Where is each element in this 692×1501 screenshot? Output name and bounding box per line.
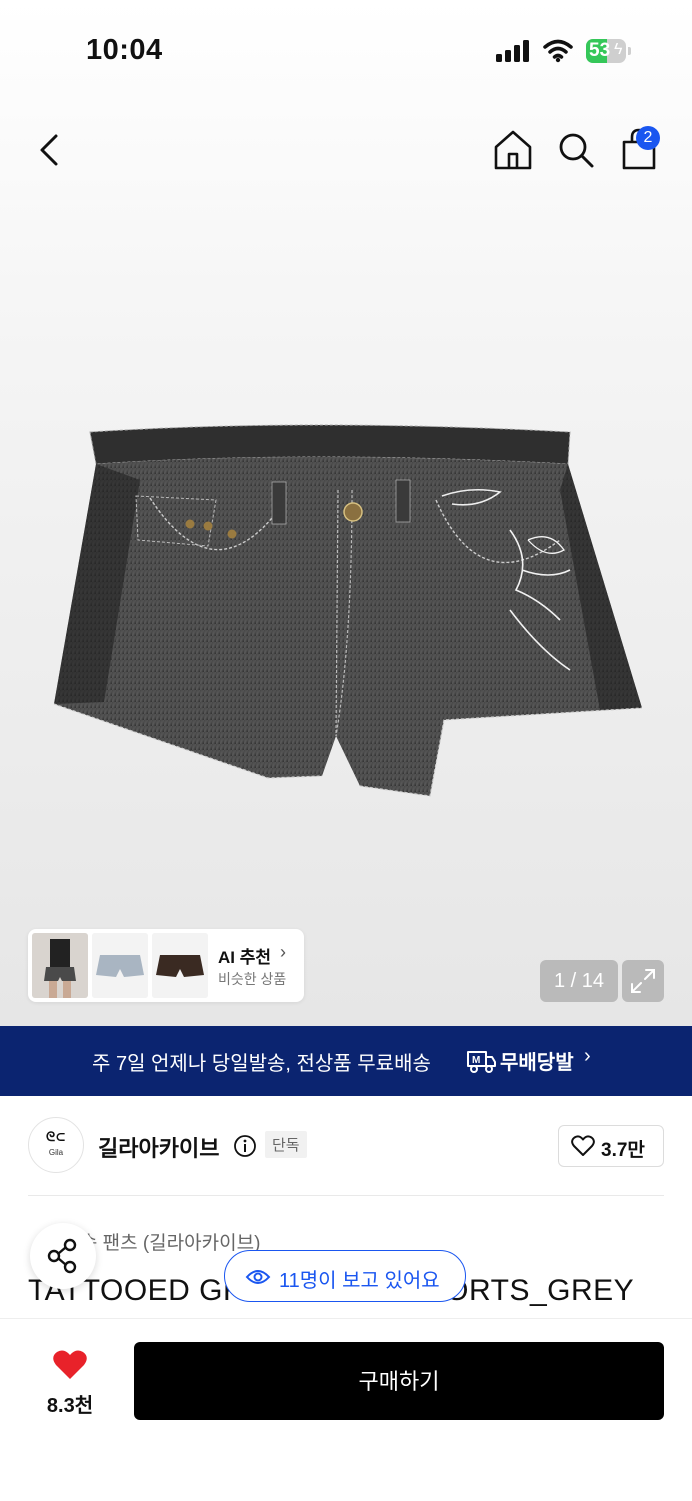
heart-filled-icon [53,1350,87,1379]
eye-icon [245,1270,271,1284]
divider [28,1195,664,1196]
product-hero: 10:04 53 ϟ 2 AI 추천 › 비슷한 상품 1 / 14 [0,0,692,1026]
expand-image-button[interactable] [622,960,664,1002]
ai-recommend-title: AI 추천 [218,948,272,967]
wishlist-button[interactable]: 8.3천 [30,1341,110,1421]
brand-like-button[interactable]: 3.7만 [558,1125,664,1167]
delivery-truck-icon: M [467,1051,496,1073]
bottom-action-bar: 8.3천 구매하기 [0,1318,692,1501]
brown-shorts-thumbnail [152,933,208,998]
back-button[interactable] [32,128,72,172]
home-button[interactable] [492,128,534,172]
free-shipping-banner[interactable]: 주 7일 언제나 당일발송, 전상품 무료배송 M 무배당발 › [0,1026,692,1096]
chevron-right-icon: › [584,1045,591,1067]
battery-percent: 53 [589,40,611,61]
status-time: 10:04 [86,34,163,66]
recommendation-thumbnail[interactable] [92,933,148,998]
charging-bolt-icon: ϟ [614,41,623,58]
brand-logo-text: Gila [48,1148,64,1157]
expand-icon [631,969,655,993]
info-icon[interactable] [233,1134,257,1158]
brand-logo[interactable]: ᘓ⊂ Gila [28,1117,84,1173]
brand-like-count: 3.7만 [601,1140,645,1161]
battery-body: 53 ϟ [586,39,626,63]
chevron-right-icon: › [280,942,286,962]
share-button[interactable] [30,1223,96,1289]
search-icon [559,133,594,168]
ai-recommendation-card[interactable]: AI 추천 › 비슷한 상품 [28,929,304,1002]
home-icon [494,130,532,170]
cart-count-badge: 2 [636,126,660,150]
cart-button[interactable]: 2 [618,126,664,172]
brand-logo-mark: ᘓ⊂ [45,1130,67,1145]
live-viewers-pill: 11명이 보고 있어요 [224,1250,466,1302]
promo-brand: 무배당발 [500,1052,574,1074]
recommendation-thumbnail[interactable] [32,933,88,998]
light-denim-shorts-thumbnail [92,933,148,998]
exclusive-badge: 단독 [265,1131,307,1158]
svg-text:M: M [472,1055,480,1066]
recommendation-thumbnail[interactable] [152,933,208,998]
battery-indicator: 53 ϟ [586,39,632,63]
ai-recommend-subtitle: 비슷한 상품 [218,971,287,987]
wishlist-count: 8.3천 [46,1395,94,1417]
battery-cap [628,47,631,55]
image-page-indicator: 1 / 14 [540,960,618,1002]
breadcrumb-label: 숏 팬츠 (길라아카이브) [79,1233,261,1254]
share-icon [47,1238,77,1274]
wifi-icon [543,39,573,63]
buy-button[interactable]: 구매하기 [134,1342,664,1420]
brand-name[interactable]: 길라아카이브 [98,1131,219,1163]
live-viewers-text: 11명이 보고 있어요 [279,1270,440,1292]
chevron-left-icon [40,134,58,166]
product-image[interactable] [40,420,652,810]
cellular-signal-icon [496,40,529,62]
search-button[interactable] [555,128,597,172]
promo-text: 주 7일 언제나 당일발송, 전상품 무료배송 [92,1053,431,1075]
heart-outline-icon [571,1135,595,1156]
model-photo-thumbnail [32,933,88,998]
